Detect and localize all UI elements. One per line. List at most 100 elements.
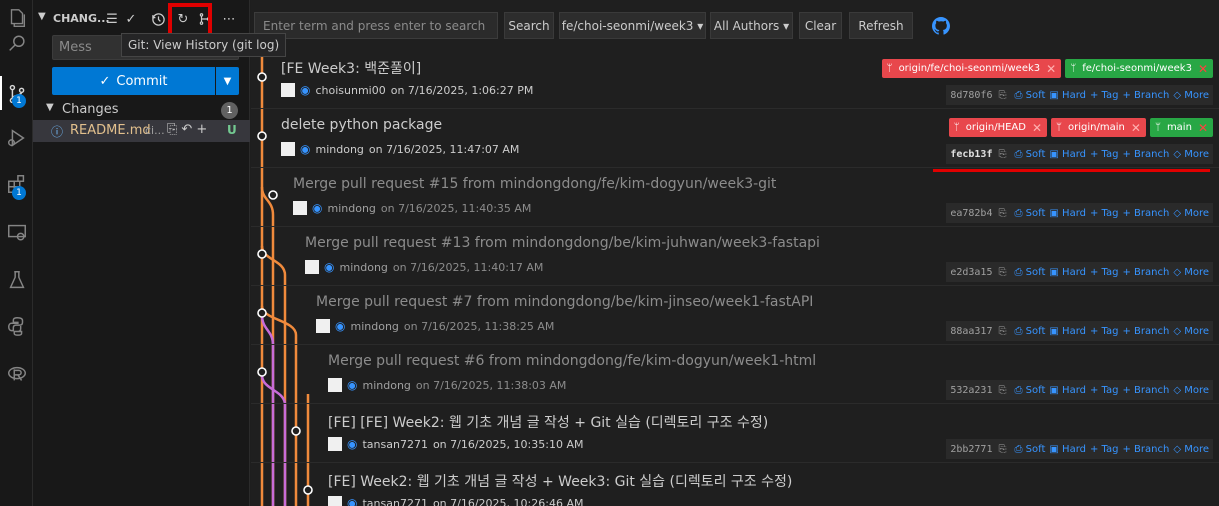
hard-reset-button[interactable]: ▣ Hard (1049, 90, 1086, 101)
changes-section-header[interactable]: ▼ Changes 1 (33, 100, 250, 120)
delete-ref-icon[interactable]: ✕ (1131, 121, 1141, 135)
add-branch-button[interactable]: + Branch (1122, 326, 1169, 337)
view-as-list-icon[interactable]: ☰ (103, 9, 121, 29)
soft-reset-button[interactable]: ⎙ Soft (1014, 90, 1045, 101)
eye-icon[interactable]: ◉ (347, 378, 357, 392)
more-button[interactable]: ◇ More (1173, 208, 1209, 219)
delete-ref-icon[interactable]: ✕ (1198, 121, 1208, 135)
commit-row[interactable]: [FE] Week2: 웹 기초 개념 글 작성 + Week3: Git 실습… (251, 463, 1219, 506)
hard-reset-button[interactable]: ▣ Hard (1049, 326, 1086, 337)
search-input[interactable]: Enter term and press enter to search (254, 12, 498, 39)
delete-ref-icon[interactable]: ✕ (1032, 121, 1042, 135)
commit-author[interactable]: mindong (339, 261, 387, 274)
remote-explorer-icon[interactable] (0, 214, 33, 250)
more-button[interactable]: ◇ More (1173, 90, 1209, 101)
commit-hash[interactable]: ea782b4 (950, 208, 992, 219)
commit-row[interactable]: Merge pull request #6 from mindongdong/f… (251, 345, 1219, 404)
add-tag-button[interactable]: + Tag (1090, 90, 1119, 101)
commit-row[interactable]: Merge pull request #15 from mindongdong/… (251, 168, 1219, 227)
commit-button[interactable]: ✓ Commit (52, 67, 215, 95)
copy-icon[interactable]: ⎘ (998, 444, 1006, 455)
add-branch-button[interactable]: + Branch (1122, 149, 1169, 160)
commit-dropdown-button[interactable]: ▼ (216, 67, 239, 95)
testing-flask-icon[interactable] (0, 262, 33, 298)
stage-plus-icon[interactable]: + (196, 122, 211, 137)
soft-reset-button[interactable]: ⎙ Soft (1014, 385, 1045, 396)
history-icon[interactable] (149, 9, 167, 29)
commit-row[interactable]: Merge pull request #13 from mindongdong/… (251, 227, 1219, 286)
delete-ref-icon[interactable]: ✕ (1198, 62, 1208, 76)
hard-reset-button[interactable]: ▣ Hard (1049, 149, 1086, 160)
hard-reset-button[interactable]: ▣ Hard (1049, 444, 1086, 455)
add-branch-button[interactable]: + Branch (1122, 444, 1169, 455)
commit-author[interactable]: tansan7271 (362, 497, 427, 506)
commit-row[interactable]: delete python package ◉ mindong on 7/16/… (251, 109, 1219, 168)
changed-file-item[interactable]: ⓘ README.md ci... ⎘↶+ U (33, 120, 250, 142)
ref-badge[interactable]: ᛘ origin/main ✕ (1051, 118, 1146, 137)
more-button[interactable]: ◇ More (1173, 326, 1209, 337)
branch-select[interactable]: fe/choi-seonmi/week3 ▾ (559, 12, 706, 39)
commit-author[interactable]: mindong (327, 202, 375, 215)
soft-reset-button[interactable]: ⎙ Soft (1014, 149, 1045, 160)
commit-hash[interactable]: 8d780f6 (950, 90, 992, 101)
eye-icon[interactable]: ◉ (347, 496, 357, 506)
add-branch-button[interactable]: + Branch (1122, 385, 1169, 396)
add-tag-button[interactable]: + Tag (1090, 385, 1119, 396)
hard-reset-button[interactable]: ▣ Hard (1049, 267, 1086, 278)
commit-hash[interactable]: e2d3a15 (950, 267, 992, 278)
more-button[interactable]: ◇ More (1173, 385, 1209, 396)
soft-reset-button[interactable]: ⎙ Soft (1014, 326, 1045, 337)
hard-reset-button[interactable]: ▣ Hard (1049, 208, 1086, 219)
check-icon[interactable]: ✓ (122, 9, 140, 29)
eye-icon[interactable]: ◉ (324, 260, 334, 274)
eye-icon[interactable]: ◉ (300, 83, 310, 97)
open-file-icon[interactable]: ⎘ (167, 122, 181, 137)
copy-icon[interactable]: ⎘ (998, 385, 1006, 396)
ref-badge[interactable]: ᛘ origin/fe/choi-seonmi/week3 ✕ (881, 59, 1062, 78)
commit-row[interactable]: Merge pull request #7 from mindongdong/b… (251, 286, 1219, 345)
add-branch-button[interactable]: + Branch (1122, 267, 1169, 278)
hard-reset-button[interactable]: ▣ Hard (1049, 385, 1086, 396)
commit-hash[interactable]: 2bb2771 (950, 444, 992, 455)
search-button[interactable]: Search (504, 12, 554, 39)
commit-hash[interactable]: fecb13f (950, 149, 992, 160)
eye-icon[interactable]: ◉ (335, 319, 345, 333)
run-debug-icon[interactable] (0, 120, 33, 156)
eye-icon[interactable]: ◉ (300, 142, 310, 156)
copy-icon[interactable]: ⎘ (998, 90, 1006, 101)
eye-icon[interactable]: ◉ (312, 201, 322, 215)
commit-hash[interactable]: 532a231 (950, 385, 992, 396)
add-tag-button[interactable]: + Tag (1090, 149, 1119, 160)
copy-icon[interactable]: ⎘ (998, 149, 1006, 160)
ref-badge[interactable]: ᛘ main ✕ (1149, 118, 1213, 137)
refresh-button[interactable]: Refresh (849, 12, 913, 39)
add-tag-button[interactable]: + Tag (1090, 208, 1119, 219)
soft-reset-button[interactable]: ⎙ Soft (1014, 444, 1045, 455)
commit-author[interactable]: mindong (350, 320, 398, 333)
commit-row[interactable]: [FE] [FE] Week2: 웹 기초 개념 글 작성 + Git 실습 (… (251, 404, 1219, 463)
commit-hash[interactable]: 88aa317 (950, 326, 992, 337)
copy-icon[interactable]: ⎘ (998, 208, 1006, 219)
eye-icon[interactable]: ◉ (347, 437, 357, 451)
ref-badge[interactable]: ᛘ fe/choi-seonmi/week3 ✕ (1065, 59, 1213, 78)
search-icon[interactable] (0, 26, 33, 62)
copy-icon[interactable]: ⎘ (998, 267, 1006, 278)
add-tag-button[interactable]: + Tag (1090, 444, 1119, 455)
delete-ref-icon[interactable]: ✕ (1046, 62, 1056, 76)
soft-reset-button[interactable]: ⎙ Soft (1014, 267, 1045, 278)
chevron-down-icon[interactable]: ▼ (38, 11, 46, 22)
discard-changes-icon[interactable]: ↶ (181, 122, 196, 137)
commit-row[interactable]: [FE Week3: 백준풀이] ◉ choisunmi00 on 7/16/2… (251, 50, 1219, 109)
more-button[interactable]: ◇ More (1173, 149, 1209, 160)
clear-button[interactable]: Clear (799, 12, 842, 39)
github-icon[interactable] (932, 17, 950, 35)
add-tag-button[interactable]: + Tag (1090, 326, 1119, 337)
more-button[interactable]: ◇ More (1173, 444, 1209, 455)
python-icon[interactable] (0, 308, 33, 344)
more-actions-icon[interactable]: ⋯ (220, 9, 238, 29)
authors-select[interactable]: All Authors ▾ (710, 12, 793, 39)
ref-badge[interactable]: ᛘ origin/HEAD ✕ (948, 118, 1048, 137)
more-button[interactable]: ◇ More (1173, 267, 1209, 278)
add-branch-button[interactable]: + Branch (1122, 90, 1169, 101)
r-language-icon[interactable] (0, 356, 33, 392)
